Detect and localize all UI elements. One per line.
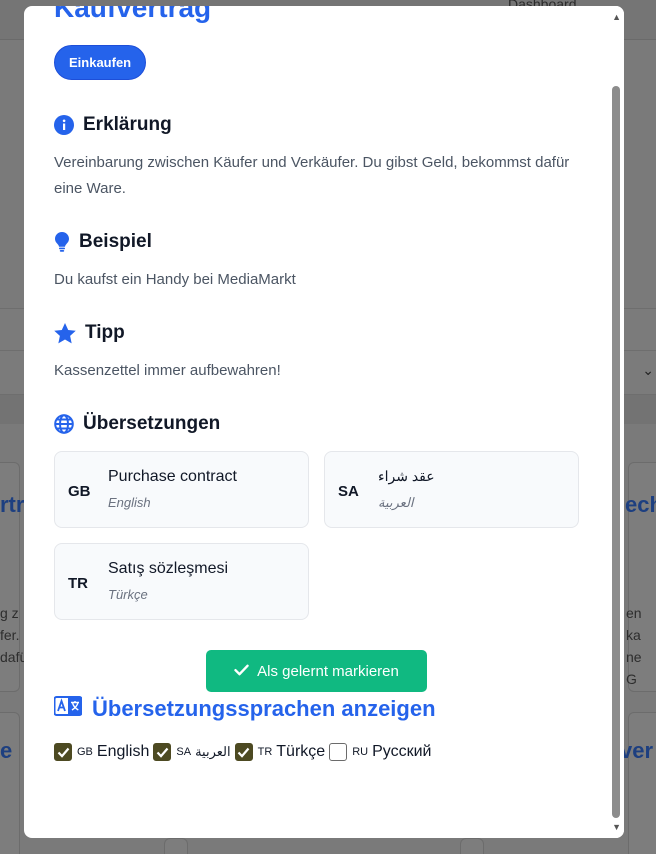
translation-card-sa: SA عقد شراء العربية <box>324 451 579 528</box>
checkbox-unchecked-icon[interactable] <box>329 743 348 761</box>
background-card-title: e <box>0 738 13 763</box>
language-option-ru[interactable]: RU Русский <box>329 743 431 761</box>
country-code: SA <box>338 483 359 500</box>
info-icon <box>54 115 74 135</box>
background-card <box>460 838 484 854</box>
language-option-sa[interactable]: SA العربية <box>153 743 231 761</box>
language-options: GB English SA العربية TR Türkçe RU Русск… <box>54 743 435 761</box>
mark-learned-button[interactable]: Als gelernt markieren <box>206 650 427 692</box>
scrollbar-thumb[interactable] <box>612 86 620 818</box>
checkbox-checked-icon[interactable] <box>234 743 253 761</box>
checkbox-checked-icon[interactable] <box>54 743 72 761</box>
category-button[interactable]: Einkaufen <box>54 45 147 80</box>
modal-title: Kaufvertrag <box>54 6 212 23</box>
translation-card-tr: TR Satış sözleşmesi Türkçe <box>54 543 309 620</box>
section-text-explanation: Vereinbarung zwischen Käufer und Verkäuf… <box>54 154 570 197</box>
country-code: GB <box>68 483 91 500</box>
background-card-title: ech <box>625 492 656 517</box>
modal-scrollbar[interactable]: ▲ ▼ <box>608 6 624 838</box>
background-card <box>628 712 656 854</box>
background-card-title: ver <box>620 738 654 763</box>
checkbox-checked-icon[interactable] <box>153 743 172 761</box>
globe-icon <box>54 414 74 434</box>
translation-word: عقد شراء <box>378 468 435 484</box>
language-option-gb[interactable]: GB English <box>54 743 149 761</box>
background-card <box>164 838 188 854</box>
translation-language: العربية <box>378 495 414 510</box>
star-icon <box>54 322 76 343</box>
lightbulb-icon <box>54 232 70 252</box>
language-option-tr[interactable]: TR Türkçe <box>234 743 325 761</box>
section-heading-translations: Übersetzungen <box>54 413 220 435</box>
section-heading-explanation: Erklärung <box>54 114 172 136</box>
section-heading-example: Beispiel <box>54 231 152 253</box>
chevron-down-icon: ⌄ <box>642 362 654 378</box>
word-detail-modal: Kaufvertrag Einkaufen Erklärung Vereinba… <box>24 6 624 838</box>
section-heading-tip: Tipp <box>54 322 125 344</box>
background-card-text: en ka ne G <box>626 605 642 687</box>
scroll-up-icon[interactable]: ▲ <box>612 12 621 22</box>
country-code: TR <box>68 575 88 592</box>
scroll-down-icon[interactable]: ▼ <box>612 822 621 832</box>
translation-language: English <box>108 495 151 510</box>
language-icon <box>53 696 83 722</box>
translation-card-gb: GB Purchase contract English <box>54 451 309 528</box>
section-text-example: Du kaufst ein Handy bei MediaMarkt <box>54 271 296 288</box>
check-icon <box>234 663 249 680</box>
translation-language: Türkçe <box>108 587 148 602</box>
languages-toggle-heading[interactable]: Übersetzungssprachen anzeigen <box>53 696 436 722</box>
background-card <box>0 712 20 854</box>
section-text-tip: Kassenzettel immer aufbewahren! <box>54 362 281 379</box>
translation-word: Satış sözleşmesi <box>108 560 229 577</box>
translation-word: Purchase contract <box>108 468 237 485</box>
